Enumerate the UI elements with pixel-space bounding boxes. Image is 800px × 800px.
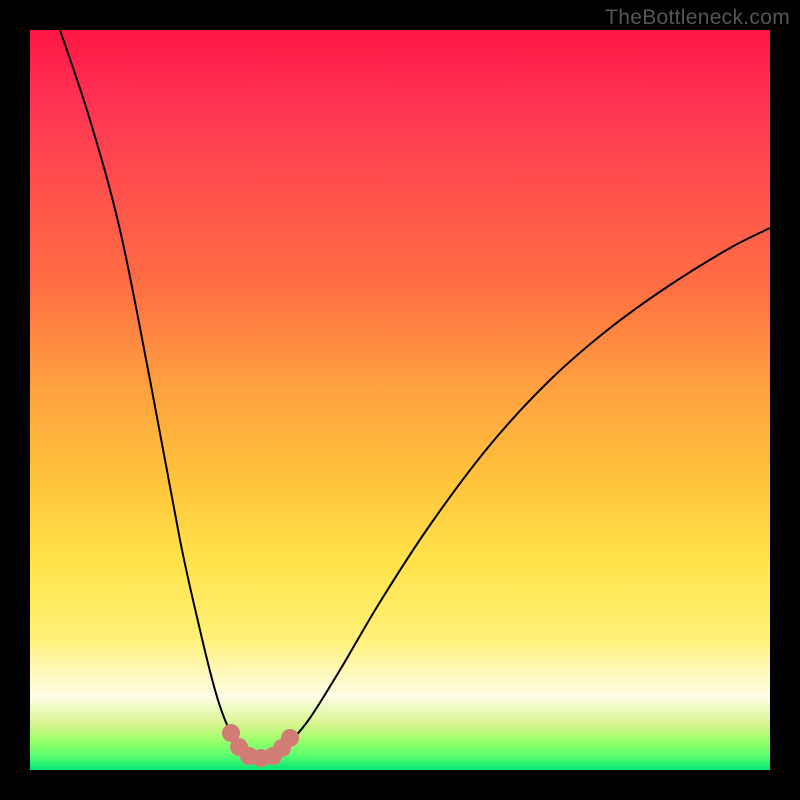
- curve-marker: [281, 729, 299, 747]
- chart-frame: [30, 30, 770, 770]
- bottleneck-curve: [60, 30, 770, 758]
- watermark-text: TheBottleneck.com: [605, 6, 790, 30]
- chart-curve-layer: [30, 30, 770, 770]
